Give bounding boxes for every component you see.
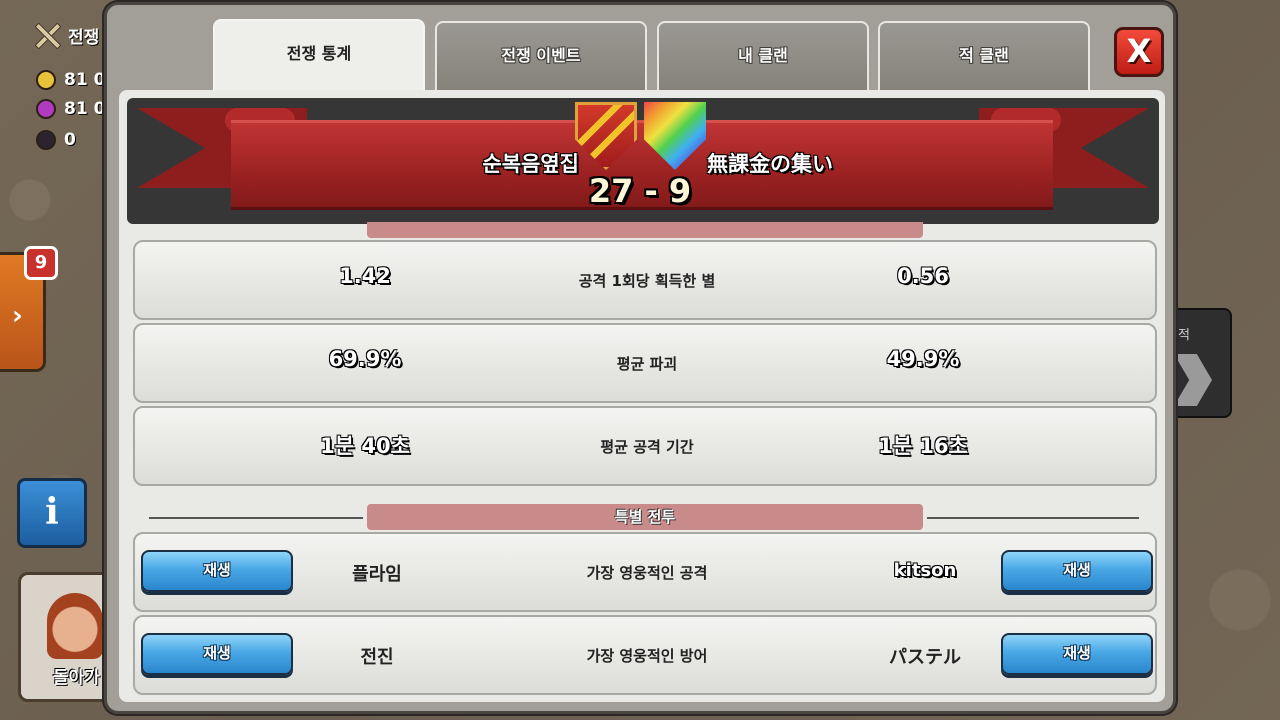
stat-left-value: 1.42 (339, 264, 391, 288)
close-icon: X (1126, 32, 1152, 70)
my-clan-name: 순복음옆집 (482, 152, 579, 176)
stat-label: 공격 1회당 획득한 별 (578, 272, 716, 290)
gold-counter: 81 0 (36, 70, 105, 90)
info-button[interactable]: i (17, 478, 87, 548)
stat-row-average-duration: 1분 40초 평균 공격 기간 1분 16초 (133, 406, 1157, 486)
left-player-name: 전진 (360, 647, 394, 668)
replay-button-right[interactable]: 재생 (1001, 633, 1153, 675)
chevron-right-icon: › (12, 301, 23, 331)
arrow-right-icon (1174, 354, 1212, 406)
war-banner: 순복음옆집 無課金の集い 27 - 9 (127, 98, 1159, 224)
special-row-best-attack: 재생 플라임 가장 영웅적인 공격 kitson 재생 (133, 532, 1157, 612)
tab-war-stats[interactable]: 전쟁 통계 (213, 19, 425, 93)
content-panel: 순복음옆집 無課金の集い 27 - 9 1.42 공격 1회당 획득한 별 0.… (119, 90, 1165, 702)
special-row-best-defense: 재생 전진 가장 영웅적인 방어 パステル 재생 (133, 615, 1157, 695)
replay-button-left[interactable]: 재생 (141, 550, 293, 592)
divider-left (149, 517, 363, 519)
tab-my-clan[interactable]: 내 클랜 (657, 21, 869, 91)
enemy-label: 적 (1178, 328, 1190, 343)
stat-row-average-destruction: 69.9% 평균 파괴 49.9% (133, 323, 1157, 403)
return-label: 돌아가 (53, 668, 100, 688)
info-icon: i (45, 491, 59, 533)
stat-right-value: 1분 16초 (878, 434, 968, 458)
war-stats-window: 전쟁 통계 전쟁 이벤트 내 클랜 적 클랜 X 순복음옆집 無課金の集い 27… (104, 2, 1176, 714)
special-battles-header: 특별 전투 (367, 504, 923, 530)
notification-badge: 9 (24, 246, 58, 280)
elixir-icon (36, 99, 56, 119)
gold-value: 81 0 (64, 70, 106, 90)
stat-left-value: 69.9% (328, 347, 402, 371)
replay-button-right[interactable]: 재생 (1001, 550, 1153, 592)
special-label: 가장 영웅적인 공격 (586, 564, 708, 582)
dark-elixir-counter: 0 (36, 130, 76, 150)
war-label: 전쟁 (68, 27, 100, 48)
close-button[interactable]: X (1114, 27, 1164, 77)
replay-button-left[interactable]: 재생 (141, 633, 293, 675)
stat-right-value: 0.56 (897, 264, 949, 288)
dark-elixir-value: 0 (64, 130, 76, 150)
dark-elixir-icon (36, 130, 56, 150)
war-score: 27 - 9 (588, 172, 692, 210)
swords-icon (32, 20, 62, 50)
stat-left-value: 1분 40초 (320, 434, 410, 458)
divider-right (927, 517, 1139, 519)
special-label: 가장 영웅적인 방어 (586, 647, 708, 665)
stat-right-value: 49.9% (886, 347, 960, 371)
stat-row-stars-per-attack: 1.42 공격 1회당 획득한 별 0.56 (133, 240, 1157, 320)
right-player-name: パステル (889, 647, 961, 668)
tab-war-events[interactable]: 전쟁 이벤트 (435, 21, 647, 91)
left-player-name: 플라임 (352, 564, 402, 585)
stat-label: 평균 공격 기간 (600, 438, 694, 456)
gold-icon (36, 70, 56, 90)
archer-queen-portrait (47, 593, 103, 659)
elixir-value: 81 0 (64, 99, 106, 119)
return-home-button[interactable]: 돌아가 (18, 572, 118, 702)
war-status: 전쟁 (32, 20, 99, 50)
elixir-counter: 81 0 (36, 99, 105, 119)
enemy-clan-name: 無課金の集い (707, 152, 833, 176)
section-header-partial (367, 222, 923, 238)
right-player-name: kitson (893, 560, 957, 581)
stat-label: 평균 파괴 (616, 355, 678, 373)
enemy-base-button[interactable]: 적 (1170, 308, 1232, 418)
tab-enemy-clan[interactable]: 적 클랜 (878, 21, 1090, 91)
